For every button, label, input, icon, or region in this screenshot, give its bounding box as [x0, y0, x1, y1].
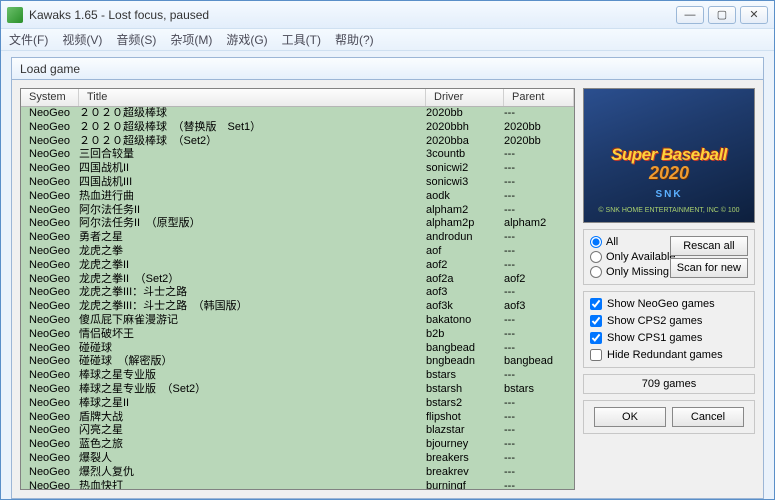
window-title: Kawaks 1.65 - Lost focus, paused [29, 8, 676, 22]
preview-image: Super Baseball 2020 SNK © SNK HOME ENTER… [583, 88, 755, 223]
menu-file[interactable]: 文件(F) [9, 31, 48, 48]
check-cps1[interactable]: Show CPS1 games [590, 332, 748, 344]
table-row[interactable]: NeoGeo碰碰球 （解密版）bngbeadnbangbead [21, 355, 574, 369]
menu-misc[interactable]: 杂项(M) [170, 31, 212, 48]
preview-logo: Super Baseball [590, 145, 748, 165]
preview-copyright: © SNK HOME ENTERTAINMENT, INC © 100 [584, 207, 754, 214]
table-row[interactable]: NeoGeo２０２０超级棒球 （Set2）2020bba2020bb [21, 135, 574, 149]
menu-audio[interactable]: 音频(S) [116, 31, 156, 48]
scan-new-button[interactable]: Scan for new [670, 258, 748, 278]
table-row[interactable]: NeoGeo棒球之星专业版 （Set2）bstarshbstars [21, 383, 574, 397]
table-row[interactable]: NeoGeo盾牌大战flipshot--- [21, 411, 574, 425]
maximize-button[interactable]: ▢ [708, 6, 736, 24]
table-body: NeoGeo２０２０超级棒球2020bb---NeoGeo２０２０超级棒球 （替… [21, 107, 574, 489]
filter-group: All Only Available Only Missing Rescan a… [583, 229, 755, 285]
main-window: Kawaks 1.65 - Lost focus, paused — ▢ ✕ 文… [0, 0, 775, 500]
table-row[interactable]: NeoGeo热血进行曲aodk--- [21, 190, 574, 204]
table-row[interactable]: NeoGeo龙虎之拳III：斗士之路aof3--- [21, 286, 574, 300]
table-row[interactable]: NeoGeo热血快打burningf--- [21, 480, 574, 489]
check-hide-redundant[interactable]: Hide Redundant games [590, 349, 748, 361]
show-group: Show NeoGeo games Show CPS2 games Show C… [583, 291, 755, 368]
table-row[interactable]: NeoGeo龙虎之拳aof--- [21, 245, 574, 259]
table-row[interactable]: NeoGeo棒球之星专业版bstars--- [21, 369, 574, 383]
col-system[interactable]: System [21, 89, 79, 106]
menu-tools[interactable]: 工具(T) [282, 31, 321, 48]
app-icon [7, 7, 23, 23]
side-panel: Super Baseball 2020 SNK © SNK HOME ENTER… [583, 88, 755, 490]
col-title[interactable]: Title [79, 89, 426, 106]
table-header: System Title Driver Parent [21, 89, 574, 107]
menu-help[interactable]: 帮助(?) [335, 31, 374, 48]
table-row[interactable]: NeoGeo蓝色之旅bjourney--- [21, 438, 574, 452]
table-row[interactable]: NeoGeo闪亮之星blazstar--- [21, 424, 574, 438]
menubar: 文件(F) 视频(V) 音频(S) 杂项(M) 游戏(G) 工具(T) 帮助(?… [1, 29, 774, 51]
minimize-button[interactable]: — [676, 6, 704, 24]
table-row[interactable]: NeoGeo龙虎之拳III：斗士之路 （韩国版）aof3kaof3 [21, 300, 574, 314]
table-row[interactable]: NeoGeo三回合较量3countb--- [21, 148, 574, 162]
table-row[interactable]: NeoGeo２０２０超级棒球2020bb--- [21, 107, 574, 121]
table-row[interactable]: NeoGeo阿尔法任务II （原型版）alpham2palpham2 [21, 217, 574, 231]
load-game-dialog: Load game System Title Driver Parent Neo… [11, 57, 764, 499]
check-cps2[interactable]: Show CPS2 games [590, 315, 748, 327]
dialog-title: Load game [12, 58, 763, 80]
table-row[interactable]: NeoGeo爆裂人breakers--- [21, 452, 574, 466]
rescan-button[interactable]: Rescan all [670, 236, 748, 256]
col-parent[interactable]: Parent [504, 89, 574, 106]
table-row[interactable]: NeoGeo碰碰球bangbead--- [21, 342, 574, 356]
table-row[interactable]: NeoGeo龙虎之拳II （Set2）aof2aaof2 [21, 273, 574, 287]
table-row[interactable]: NeoGeo龙虎之拳IIaof2--- [21, 259, 574, 273]
preview-year: 2020 [584, 163, 754, 184]
table-row[interactable]: NeoGeo傻瓜屁下麻雀漫游记bakatono--- [21, 314, 574, 328]
menu-video[interactable]: 视频(V) [62, 31, 102, 48]
table-row[interactable]: NeoGeo棒球之星IIbstars2--- [21, 397, 574, 411]
table-row[interactable]: NeoGeo四国战机IIsonicwi2--- [21, 162, 574, 176]
table-row[interactable]: NeoGeo阿尔法任务IIalpham2--- [21, 204, 574, 218]
button-row: OK Cancel [583, 400, 755, 434]
table-row[interactable]: NeoGeo爆烈人复仇breakrev--- [21, 466, 574, 480]
game-count: 709 games [583, 374, 755, 394]
close-button[interactable]: ✕ [740, 6, 768, 24]
cancel-button[interactable]: Cancel [672, 407, 744, 427]
titlebar[interactable]: Kawaks 1.65 - Lost focus, paused — ▢ ✕ [1, 1, 774, 29]
ok-button[interactable]: OK [594, 407, 666, 427]
table-row[interactable]: NeoGeo２０２０超级棒球 （替换版 Set1）2020bbh2020bb [21, 121, 574, 135]
table-row[interactable]: NeoGeo勇者之星androdun--- [21, 231, 574, 245]
game-list[interactable]: System Title Driver Parent NeoGeo２０２０超级棒… [20, 88, 575, 490]
preview-maker: SNK [584, 189, 754, 200]
table-row[interactable]: NeoGeo情侣破坏王b2b--- [21, 328, 574, 342]
menu-game[interactable]: 游戏(G) [226, 31, 267, 48]
table-row[interactable]: NeoGeo四国战机IIIsonicwi3--- [21, 176, 574, 190]
col-driver[interactable]: Driver [426, 89, 504, 106]
check-neogeo[interactable]: Show NeoGeo games [590, 298, 748, 310]
